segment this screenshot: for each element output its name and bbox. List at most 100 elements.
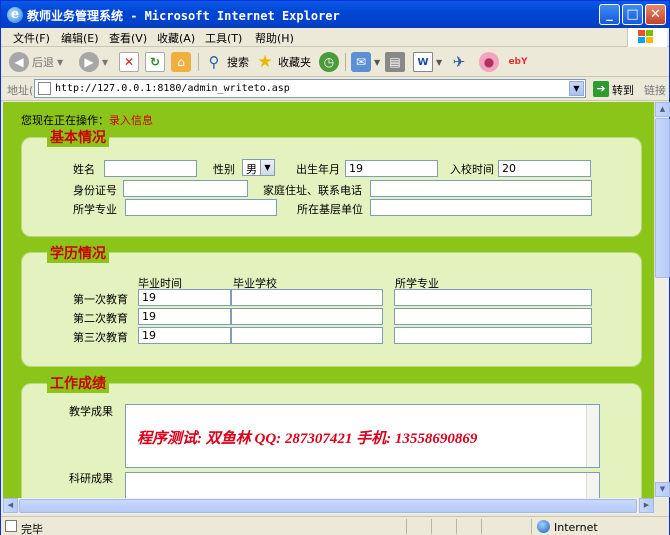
scroll-thumb[interactable] [655, 118, 670, 278]
address-bar: 地址(D) http://127.0.0.1:8180/admin_writet… [1, 77, 669, 101]
page-content: 您现在正在操作：录入信息 基本情况 姓名 性别 男 ▼ 出生年月 入校时间 身份… [3, 102, 654, 498]
edu-row-3-major[interactable] [394, 327, 592, 344]
links-button[interactable]: 链接 [644, 82, 666, 98]
id-input[interactable] [123, 180, 248, 197]
stop-button[interactable]: ✕ [119, 51, 139, 73]
name-label: 姓名 [73, 163, 95, 176]
hscroll-thumb[interactable] [19, 499, 637, 513]
menu-favorites[interactable]: 收藏(A) [157, 30, 195, 46]
unit-label: 所在基层单位 [297, 203, 363, 216]
piggy-button[interactable]: ● [479, 51, 499, 73]
browser-window: e 教师业务管理系统 - Microsoft Internet Explorer… [0, 0, 670, 535]
research-textarea[interactable] [125, 472, 600, 498]
scroll-down-button[interactable]: ▼ [655, 482, 670, 497]
refresh-button[interactable]: ↻ [145, 51, 165, 73]
close-button[interactable]: ✕ [645, 4, 666, 25]
gender-label: 性别 [213, 163, 235, 176]
windows-flag-icon [627, 28, 667, 47]
name-input[interactable] [104, 160, 197, 177]
mail-icon: ✉ [351, 52, 371, 72]
scroll-left-button[interactable]: ◀ [3, 498, 18, 513]
research-label: 科研成果 [69, 472, 113, 485]
favorites-button[interactable]: ★ 收藏夹 [255, 51, 311, 73]
education-legend: 学历情况 [47, 243, 109, 263]
mail-button[interactable]: ✉ ▼ [351, 51, 380, 73]
status-bar: 完毕 Internet [1, 516, 669, 535]
home-icon: ⌂ [171, 52, 191, 72]
forward-arrow-icon: ▶ [79, 52, 99, 72]
id-label: 身份证号 [73, 184, 117, 197]
menu-edit[interactable]: 编辑(E) [61, 30, 99, 46]
toolbar: ◀ 后退 ▼ ▶ ▼ ✕ ↻ ⌂ ⚲ 搜索 ★ 收藏夹 ◷ ✉ ▼ ▤ W ▼ … [1, 47, 669, 77]
vertical-scrollbar[interactable]: ▲ ▼ [654, 102, 670, 498]
contact-watermark: 程序测试: 双鱼林 QQ: 287307421 手机: 13558690869 [137, 431, 478, 447]
major-input[interactable] [125, 199, 277, 216]
operation-value: 录入信息 [109, 114, 153, 127]
back-arrow-icon: ◀ [9, 52, 29, 72]
back-button[interactable]: ◀ 后退 ▼ [9, 51, 63, 73]
page-done-icon [5, 520, 17, 532]
edu-row-2-label: 第二次教育 [73, 312, 128, 325]
menu-bar: 文件(F) 编辑(E) 查看(V) 收藏(A) 工具(T) 帮助(H) [1, 28, 669, 47]
window-title: 教师业务管理系统 - Microsoft Internet Explorer [27, 9, 340, 23]
search-button[interactable]: ⚲ 搜索 [204, 51, 250, 73]
edu-row-2-time[interactable] [138, 308, 231, 325]
birth-label: 出生年月 [296, 163, 340, 176]
stop-icon: ✕ [119, 52, 139, 72]
edu-row-2-major[interactable] [394, 308, 592, 325]
textarea-scrollbar[interactable] [586, 405, 599, 467]
search-icon: ⚲ [208, 53, 220, 71]
pig-icon: ● [479, 52, 499, 72]
edu-row-1-school[interactable] [231, 289, 383, 306]
go-button[interactable]: 转到 [612, 82, 634, 98]
menu-view[interactable]: 查看(V) [109, 30, 147, 46]
entry-input[interactable] [498, 160, 591, 177]
work-legend: 工作成绩 [47, 373, 109, 393]
status-text: 完毕 [21, 523, 43, 535]
print-icon: ▤ [385, 52, 405, 72]
edu-row-3-label: 第三次教育 [73, 331, 128, 344]
scroll-right-button[interactable]: ▶ [639, 498, 654, 513]
scroll-up-button[interactable]: ▲ [655, 102, 670, 117]
star-icon: ★ [257, 52, 273, 72]
menu-file[interactable]: 文件(F) [13, 30, 50, 46]
go-arrow-icon[interactable]: ➔ [593, 81, 609, 97]
maximize-button[interactable]: □ [622, 4, 643, 25]
edu-row-3-time[interactable] [138, 327, 231, 344]
forward-button[interactable]: ▶ ▼ [79, 51, 108, 73]
security-zone: Internet [554, 521, 598, 534]
edu-row-1-major[interactable] [394, 289, 592, 306]
messenger-button[interactable]: ✈ [449, 51, 469, 73]
home-button[interactable]: ⌂ [171, 51, 191, 73]
ebay-button[interactable]: ebY [505, 51, 531, 73]
address-dropdown-button[interactable]: ▼ [569, 81, 584, 96]
address-phone-input[interactable] [370, 180, 592, 197]
menu-tools[interactable]: 工具(T) [205, 30, 242, 46]
address-phone-label: 家庭住址、联系电话 [263, 184, 362, 197]
birth-input[interactable] [345, 160, 438, 177]
refresh-icon: ↻ [145, 52, 165, 72]
current-operation: 您现在正在操作：录入信息 [21, 114, 153, 127]
edu-row-1-label: 第一次教育 [73, 293, 128, 306]
menu-help[interactable]: 帮助(H) [255, 30, 294, 46]
history-button[interactable]: ◷ [319, 51, 339, 73]
edu-row-1-time[interactable] [138, 289, 231, 306]
minimize-button[interactable]: _ [599, 4, 620, 25]
address-url: http://127.0.0.1:8180/admin_writeto.asp [55, 83, 290, 94]
address-input[interactable]: http://127.0.0.1:8180/admin_writeto.asp … [34, 79, 586, 98]
horizontal-scrollbar[interactable]: ◀ ▶ [3, 498, 654, 514]
edu-row-3-school[interactable] [231, 327, 383, 344]
unit-input[interactable] [370, 199, 592, 216]
internet-globe-icon [537, 520, 550, 533]
major-label: 所学专业 [73, 203, 117, 216]
edit-button[interactable]: W ▼ [413, 51, 442, 73]
textarea-scrollbar[interactable] [586, 473, 599, 498]
bird-icon: ✈ [452, 53, 466, 71]
history-icon: ◷ [319, 52, 339, 72]
gender-select[interactable]: 男 ▼ [242, 159, 275, 176]
word-icon: W [413, 52, 433, 72]
entry-label: 入校时间 [450, 163, 494, 176]
basic-info-legend: 基本情况 [47, 127, 109, 147]
edu-row-2-school[interactable] [231, 308, 383, 325]
print-button[interactable]: ▤ [385, 51, 405, 73]
